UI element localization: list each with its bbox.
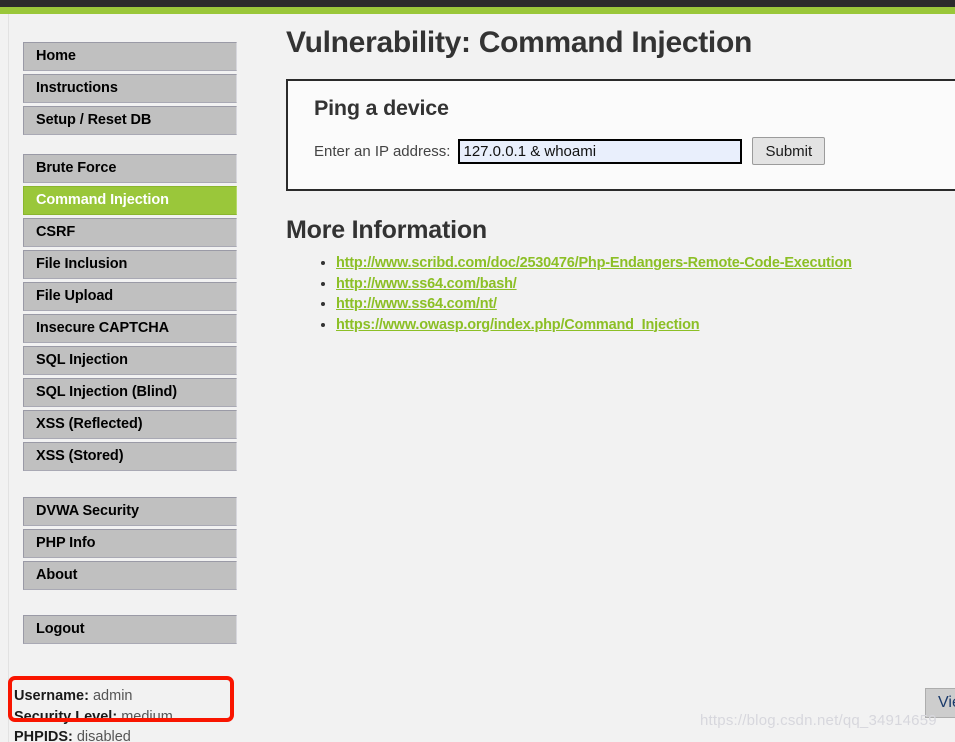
status-security-level-label: Security Level: [14, 708, 118, 725]
status-phpids-row: PHPIDS: disabled [14, 727, 234, 742]
list-item: http://www.ss64.com/nt/ [336, 295, 955, 314]
sidebar-item-xss-stored[interactable]: XSS (Stored) [23, 442, 237, 471]
sidebar-item-command-injection[interactable]: Command Injection [23, 186, 237, 215]
sidebar-item-dvwa-security[interactable]: DVWA Security [23, 497, 237, 526]
status-security-level-row: Security Level: medium [14, 707, 234, 728]
reference-link[interactable]: https://www.owasp.org/index.php/Command_… [336, 317, 700, 333]
sidebar-item-csrf[interactable]: CSRF [23, 218, 237, 247]
ip-address-input[interactable] [458, 138, 743, 164]
sidebar-item-brute-force[interactable]: Brute Force [23, 154, 237, 183]
sidebar-item-php-info[interactable]: PHP Info [23, 529, 237, 558]
status-phpids-label: PHPIDS: [14, 729, 73, 742]
sidebar-item-file-inclusion[interactable]: File Inclusion [23, 250, 237, 279]
more-information-link-list: http://www.scribd.com/doc/2530476/Php-En… [286, 254, 955, 335]
submit-button[interactable]: Submit [752, 137, 826, 165]
session-status-block: Username: admin Security Level: medium P… [14, 686, 234, 742]
list-item: http://www.ss64.com/bash/ [336, 275, 955, 294]
reference-link[interactable]: http://www.scribd.com/doc/2530476/Php-En… [336, 255, 852, 271]
more-information-heading: More Information [286, 216, 487, 244]
sidebar-group-tools: DVWA Security PHP Info About [9, 474, 240, 590]
page-title: Vulnerability: Command Injection [286, 26, 753, 59]
status-phpids-value: disabled [76, 729, 131, 742]
sidebar-item-logout[interactable]: Logout [23, 615, 237, 644]
sidebar-group-vulnerabilities: Brute Force Command Injection CSRF File … [9, 138, 240, 471]
sidebar-item-home[interactable]: Home [23, 42, 237, 71]
list-item: https://www.owasp.org/index.php/Command_… [336, 316, 955, 335]
sidebar-item-sql-injection[interactable]: SQL Injection [23, 346, 237, 375]
sidebar-item-sql-injection-blind[interactable]: SQL Injection (Blind) [23, 378, 237, 407]
list-item: http://www.scribd.com/doc/2530476/Php-En… [336, 254, 955, 273]
sidebar-item-setup-reset-db[interactable]: Setup / Reset DB [23, 106, 237, 135]
reference-link[interactable]: http://www.ss64.com/nt/ [336, 296, 497, 312]
reference-link[interactable]: http://www.ss64.com/bash/ [336, 276, 517, 292]
ping-form: Enter an IP address: Submit [288, 121, 955, 165]
status-username-label: Username: [14, 688, 89, 704]
top-accent-bar [0, 7, 955, 14]
sidebar-item-insecure-captcha[interactable]: Insecure CAPTCHA [23, 314, 237, 343]
sidebar-group-session: Logout [9, 593, 240, 644]
top-dark-bar [0, 0, 955, 7]
dvwa-page: Home Instructions Setup / Reset DB Brute… [0, 0, 955, 742]
status-security-level-value: medium [121, 708, 173, 725]
main-content: Vulnerability: Command Injection Ping a … [286, 14, 955, 742]
watermark-text: https://blog.csdn.net/qq_34914659 [700, 712, 937, 729]
ip-address-label: Enter an IP address: [314, 142, 451, 160]
sidebar-group-general: Home Instructions Setup / Reset DB [9, 14, 240, 135]
sidebar-item-instructions[interactable]: Instructions [23, 74, 237, 103]
status-username-value: admin [92, 688, 133, 704]
panel-heading: Ping a device [314, 96, 449, 120]
sidebar-item-xss-reflected[interactable]: XSS (Reflected) [23, 410, 237, 439]
ping-a-device-panel: Ping a device Enter an IP address: Submi… [286, 79, 955, 191]
sidebar-item-file-upload[interactable]: File Upload [23, 282, 237, 311]
sidebar-item-about[interactable]: About [23, 561, 237, 590]
status-username-row: Username: admin [14, 686, 234, 707]
sidebar-navigation: Home Instructions Setup / Reset DB Brute… [8, 14, 240, 742]
